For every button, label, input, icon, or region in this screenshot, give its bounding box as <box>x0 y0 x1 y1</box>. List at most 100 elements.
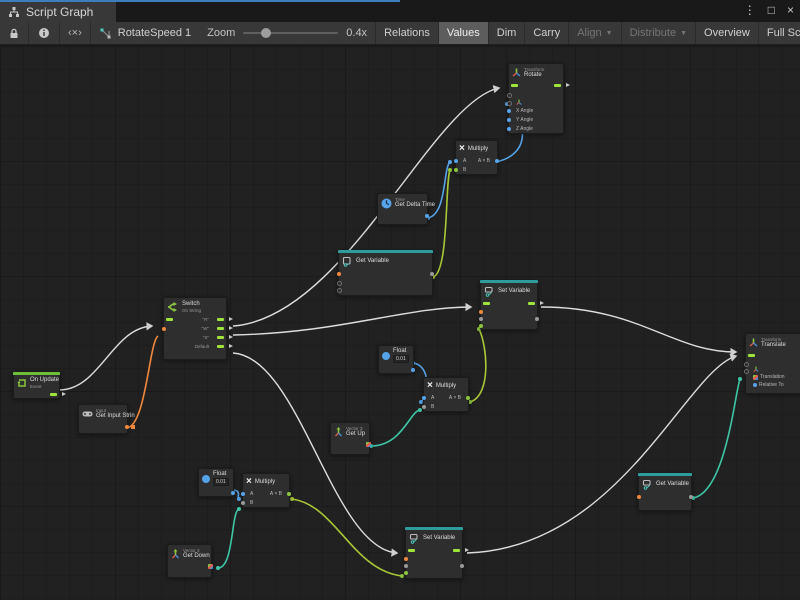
window-close-icon[interactable]: × <box>787 3 794 17</box>
flow-in-port[interactable] <box>483 302 490 305</box>
x-angle-port[interactable] <box>507 109 511 113</box>
node-rotate[interactable]: Transform Rotate X Angle Y Angle Z Angle <box>508 63 564 134</box>
flow-out-port[interactable] <box>453 549 460 552</box>
window-maximize-icon[interactable]: □ <box>768 3 775 17</box>
self-port[interactable] <box>507 101 512 106</box>
node-float-bottom[interactable]: Float 0.01 <box>198 468 234 497</box>
value-out-port[interactable] <box>231 491 235 495</box>
case3-out-port[interactable] <box>217 336 224 339</box>
zoom-slider[interactable] <box>243 32 338 34</box>
case1-out-port[interactable] <box>217 318 224 321</box>
z-angle-port[interactable] <box>507 127 511 131</box>
align-dropdown[interactable]: Align ▼ <box>569 22 621 44</box>
flow-out-port[interactable] <box>554 84 561 87</box>
value-out-port[interactable] <box>460 564 464 568</box>
distribute-label: Distribute <box>630 27 676 39</box>
node-multiply-bottom[interactable]: × Multiply A A × B B <box>242 473 290 508</box>
name-port[interactable] <box>637 495 641 499</box>
zoom-value: 0.4x <box>346 27 367 39</box>
flow-in-port[interactable] <box>408 549 415 552</box>
a-port[interactable] <box>422 396 426 400</box>
object-port[interactable] <box>337 288 342 293</box>
node-get-down[interactable]: Vector 3 Get Down <box>167 544 212 578</box>
flow-in-port[interactable] <box>166 318 173 321</box>
name-port[interactable] <box>337 272 341 276</box>
inspect-button[interactable] <box>29 22 60 44</box>
node-switch[interactable]: Switch On String "R" "W" "S" Default <box>163 297 227 360</box>
value-out-port[interactable] <box>411 368 415 372</box>
translation-port[interactable] <box>753 375 758 380</box>
align-caret-icon: ▼ <box>606 30 613 37</box>
node-title: Get Up <box>346 431 365 438</box>
name-port[interactable] <box>479 310 483 314</box>
node-multiply-top[interactable]: × Multiply A A × B B <box>455 140 498 175</box>
node-get-variable-right[interactable]: Get Variable <box>638 473 692 511</box>
relative-port[interactable] <box>753 383 757 387</box>
result-port[interactable] <box>495 159 499 163</box>
flow-out-arrow-icon <box>540 301 544 305</box>
node-title: Translate <box>761 342 786 349</box>
gizmo-toggle-icon: ‹×› <box>68 27 82 39</box>
value-in-port[interactable] <box>404 564 408 568</box>
clock-icon <box>381 198 392 209</box>
target-port[interactable] <box>507 93 512 98</box>
node-title: Multiply <box>436 383 456 390</box>
flow-out-port[interactable] <box>528 302 535 305</box>
connected-value-port[interactable] <box>404 571 408 575</box>
b-port[interactable] <box>422 405 426 409</box>
result-port[interactable] <box>287 492 291 496</box>
value-in-port[interactable] <box>479 317 483 321</box>
value-out-port[interactable] <box>430 272 434 276</box>
b-port[interactable] <box>454 168 458 172</box>
graph-canvas[interactable] <box>0 46 800 600</box>
graph-breadcrumb[interactable]: RotateSpeed 1 <box>91 22 199 44</box>
node-get-up[interactable]: Vector 3 Get Up <box>330 422 370 455</box>
flow-in-port[interactable] <box>748 354 755 357</box>
node-get-input-string[interactable]: Input Get Input Strin <box>78 404 128 434</box>
vector3-up-icon <box>334 427 343 438</box>
carry-button[interactable]: Carry <box>525 22 569 44</box>
lock-button[interactable] <box>0 22 29 44</box>
value-out-port[interactable] <box>425 214 429 218</box>
case2-out-port[interactable] <box>217 327 224 330</box>
node-get-delta-time[interactable]: Time Get Delta Time <box>377 193 428 225</box>
a-port[interactable] <box>454 159 458 163</box>
fullscreen-button[interactable]: Full Screen <box>759 22 800 44</box>
node-float-mid[interactable]: Float 0.01 <box>378 345 414 374</box>
gizmo-toggle-button[interactable]: ‹×› <box>60 22 91 44</box>
zoom-slider-handle[interactable] <box>261 28 271 38</box>
vector-out-port[interactable] <box>366 442 371 447</box>
zoom-control: Zoom 0.4x <box>199 22 375 44</box>
float-value-field[interactable]: 0.01 <box>213 478 229 486</box>
node-set-variable-top[interactable]: Set Variable <box>480 280 538 330</box>
dim-button[interactable]: Dim <box>489 22 526 44</box>
default-out-port[interactable] <box>217 345 224 348</box>
value-out-port[interactable] <box>689 495 693 499</box>
value-out-port[interactable] <box>125 425 129 429</box>
relations-button[interactable]: Relations <box>375 22 439 44</box>
result-port[interactable] <box>466 396 470 400</box>
node-on-update[interactable]: On Update Event <box>13 372 60 399</box>
flow-out-port[interactable] <box>50 393 57 396</box>
flow-out-arrow-icon <box>465 548 469 552</box>
node-get-variable-mid[interactable]: Get Variable <box>338 250 433 296</box>
name-port[interactable] <box>404 557 408 561</box>
window-menu-icon[interactable]: ⋮ <box>744 3 756 17</box>
node-multiply-mid[interactable]: × Multiply A A × B B <box>423 377 469 412</box>
a-port[interactable] <box>241 492 245 496</box>
b-port[interactable] <box>241 501 245 505</box>
vector-out-port[interactable] <box>208 564 213 569</box>
overview-button[interactable]: Overview <box>696 22 759 44</box>
values-button[interactable]: Values <box>439 22 489 44</box>
node-set-variable-bottom[interactable]: Set Variable <box>405 527 463 579</box>
selector-port[interactable] <box>162 327 166 331</box>
float-value-field[interactable]: 0.01 <box>393 355 409 363</box>
connected-value-port[interactable] <box>479 324 483 328</box>
flow-in-port[interactable] <box>511 84 518 87</box>
b-label: B <box>431 404 434 410</box>
y-angle-port[interactable] <box>507 118 511 122</box>
value-out-port[interactable] <box>535 317 539 321</box>
distribute-dropdown[interactable]: Distribute ▼ <box>622 22 696 44</box>
node-translate[interactable]: Transform Translate Translation Relative… <box>745 333 800 394</box>
tab-script-graph[interactable]: Script Graph <box>0 2 116 22</box>
